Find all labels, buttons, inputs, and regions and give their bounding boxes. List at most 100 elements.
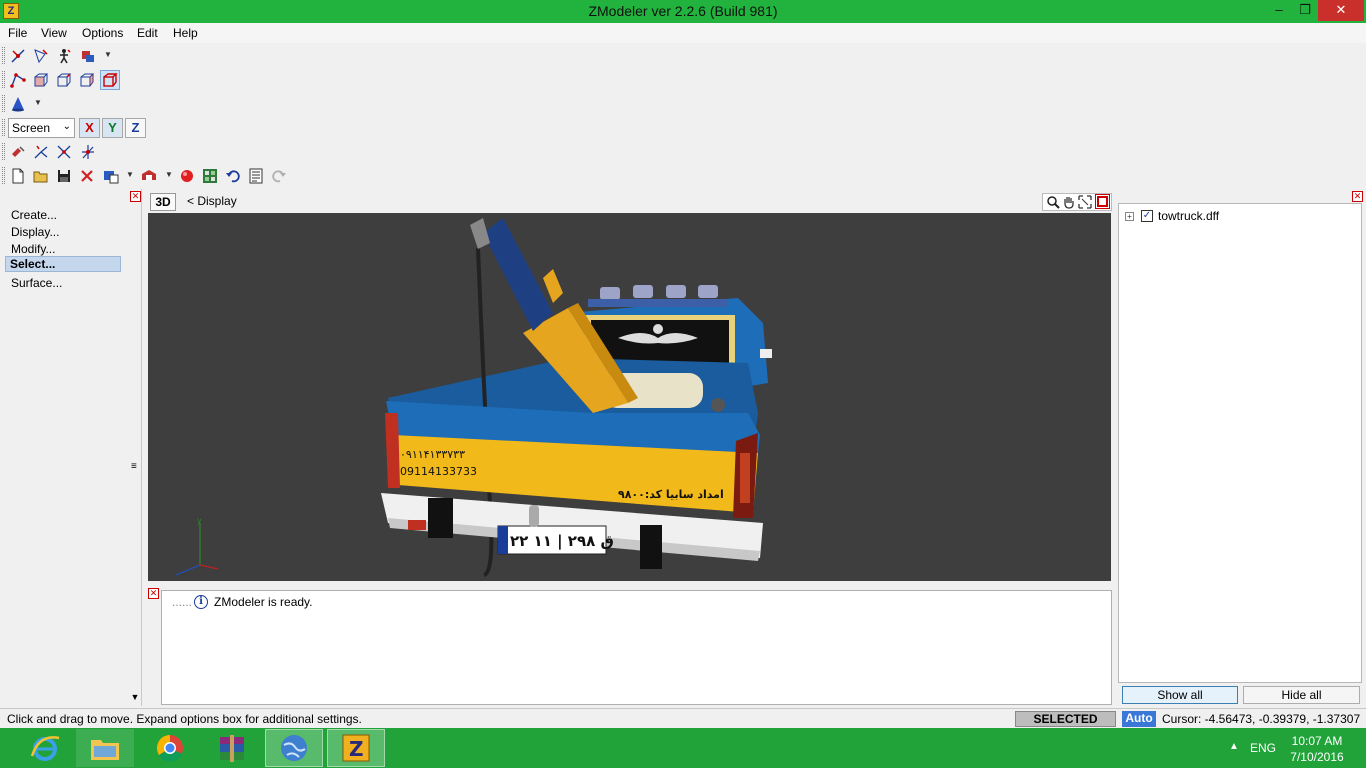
command-create[interactable]: Create...	[11, 208, 57, 222]
export-dropdown-arrow[interactable]: ▼	[165, 170, 173, 179]
log-panel-close-icon[interactable]: ✕	[148, 588, 159, 599]
transform-axis-icon[interactable]	[78, 142, 98, 162]
scroll-down-arrow[interactable]: ▼	[129, 692, 141, 706]
svg-text:y: y	[197, 516, 202, 525]
tree-item-label: towtruck.dff	[1158, 209, 1220, 223]
axis-y-toggle[interactable]: Y	[102, 118, 123, 138]
command-panel-scrollbar[interactable]: ≡ ▼	[129, 203, 141, 706]
menu-bar: File View Options Edit Help	[0, 23, 1366, 43]
clock-time: 10:07 AM	[1291, 734, 1343, 748]
maximize-button[interactable]: ❐	[1292, 0, 1318, 21]
command-surface[interactable]: Surface...	[11, 276, 62, 290]
menu-help[interactable]: Help	[173, 26, 198, 40]
new-file-icon[interactable]	[8, 166, 28, 186]
coordinate-system-select[interactable]: Screen ⌄	[8, 118, 75, 138]
move-icon[interactable]	[8, 142, 28, 162]
select-vertex-icon[interactable]	[8, 46, 28, 66]
selected-mode-badge[interactable]: SELECTED MODE	[1015, 711, 1116, 740]
internet-explorer-icon[interactable]	[16, 729, 74, 767]
log-output[interactable]: ...... i ZModeler is ready.	[161, 590, 1112, 705]
command-display[interactable]: Display...	[11, 225, 59, 239]
command-panel-close-icon[interactable]: ✕	[130, 191, 141, 202]
minimize-button[interactable]: –	[1266, 0, 1292, 21]
delete-icon[interactable]	[77, 166, 97, 186]
face-mode-icon[interactable]	[31, 70, 51, 90]
save-icon[interactable]	[54, 166, 74, 186]
hide-all-button[interactable]: Hide all	[1243, 686, 1360, 704]
object-tree-panel: ✕ + ✓ towtruck.dff Show all Hide all	[1116, 189, 1366, 706]
vertex-mode-icon[interactable]	[8, 70, 28, 90]
winrar-icon[interactable]	[203, 729, 261, 767]
select-object-icon[interactable]	[54, 46, 74, 66]
toolbar-grip[interactable]	[2, 71, 5, 88]
chrome-icon[interactable]	[141, 729, 199, 767]
zmodeler-taskbar-icon[interactable]: Z	[327, 729, 385, 767]
zoom-icon[interactable]	[1046, 195, 1060, 212]
mesh-mode-icon[interactable]	[100, 70, 120, 90]
open-file-icon[interactable]	[31, 166, 51, 186]
visibility-checkbox[interactable]: ✓	[1141, 210, 1153, 222]
undo-icon[interactable]	[223, 166, 243, 186]
menu-options[interactable]: Options	[82, 26, 123, 40]
viewport-3d-button[interactable]: 3D	[150, 193, 176, 211]
viewport-tools	[1042, 193, 1112, 211]
log-entry: ...... i ZModeler is ready.	[172, 595, 313, 609]
title-bar: Z ZModeler ver 2.2.6 (Build 981) – ❐ ✕	[0, 0, 1366, 23]
object-mode-icon[interactable]	[54, 70, 74, 90]
zoom-extents-icon[interactable]	[1078, 195, 1092, 212]
scroll-grip-icon[interactable]: ≡	[131, 461, 137, 472]
select-group-icon[interactable]	[78, 46, 98, 66]
auto-badge[interactable]: Auto	[1122, 711, 1156, 727]
command-select[interactable]: Select...	[5, 256, 121, 272]
scale-icon[interactable]	[54, 142, 74, 162]
status-hint: Click and drag to move. Expand options b…	[7, 712, 362, 726]
import-dropdown-arrow[interactable]: ▼	[126, 170, 134, 179]
select-face-icon[interactable]	[31, 46, 51, 66]
file-explorer-icon[interactable]	[76, 729, 134, 767]
input-language[interactable]: ENG	[1250, 741, 1276, 755]
toolbar-grip[interactable]	[2, 167, 5, 184]
svg-text:Z: Z	[349, 737, 364, 761]
render-icon[interactable]	[177, 166, 197, 186]
globe-app-icon[interactable]	[265, 729, 323, 767]
pan-hand-icon[interactable]	[1062, 195, 1076, 212]
import-icon[interactable]	[101, 166, 121, 186]
group-mode-icon[interactable]	[77, 70, 97, 90]
shading-cone-icon[interactable]	[8, 94, 28, 114]
maximize-viewport-icon[interactable]	[1095, 194, 1110, 209]
material-editor-icon[interactable]	[200, 166, 220, 186]
command-panel: ✕ Create... Display... Modify... Select.…	[0, 189, 142, 706]
show-all-button[interactable]: Show all	[1122, 686, 1238, 704]
toolbar-transform	[0, 140, 104, 164]
history-list-icon[interactable]	[246, 166, 266, 186]
axis-z-toggle[interactable]: Z	[125, 118, 146, 138]
rotate-icon[interactable]	[31, 142, 51, 162]
toolbar-grip[interactable]	[2, 119, 5, 136]
taskbar: Z ▲ ENG 10:07 AM 7/10/2016	[0, 728, 1366, 768]
select-dropdown-arrow[interactable]: ▼	[104, 50, 112, 59]
tree-expand-icon[interactable]: +	[1125, 211, 1134, 221]
menu-file[interactable]: File	[8, 26, 27, 40]
redo-icon	[269, 166, 289, 186]
tray-chevron-up-icon[interactable]: ▲	[1229, 741, 1239, 752]
toolbar-grip[interactable]	[2, 47, 5, 64]
shading-dropdown-arrow[interactable]: ▼	[34, 98, 42, 107]
system-clock[interactable]: 10:07 AM 7/10/2016	[1280, 733, 1354, 765]
cursor-coordinates: Cursor: -4.56473, -0.39379, -1.37307	[1162, 712, 1361, 726]
tow-truck-model[interactable]: ۲۲ ق ۲۹۸ | ۱۱ ۰۹۱۱۴۱۳۳۷۳۳ 09114133733 ام…	[148, 213, 1111, 581]
tree-item-towtruck[interactable]: + ✓ towtruck.dff	[1125, 209, 1219, 223]
toolbar-shading: ▼	[0, 92, 46, 116]
axis-x-toggle[interactable]: X	[79, 118, 100, 138]
toolbar-mode	[0, 68, 124, 92]
export-icon[interactable]	[139, 166, 159, 186]
toolbar-grip[interactable]	[2, 143, 5, 160]
close-button[interactable]: ✕	[1318, 0, 1364, 21]
viewport-breadcrumb[interactable]: < Display	[187, 194, 237, 208]
toolbar-grip[interactable]	[2, 95, 5, 112]
menu-edit[interactable]: Edit	[137, 26, 158, 40]
object-tree-close-icon[interactable]: ✕	[1352, 191, 1363, 202]
object-tree[interactable]: + ✓ towtruck.dff	[1118, 203, 1362, 683]
command-modify[interactable]: Modify...	[11, 242, 55, 256]
3d-viewport[interactable]: ۲۲ ق ۲۹۸ | ۱۱ ۰۹۱۱۴۱۳۳۷۳۳ 09114133733 ام…	[148, 213, 1111, 581]
menu-view[interactable]: View	[41, 26, 67, 40]
